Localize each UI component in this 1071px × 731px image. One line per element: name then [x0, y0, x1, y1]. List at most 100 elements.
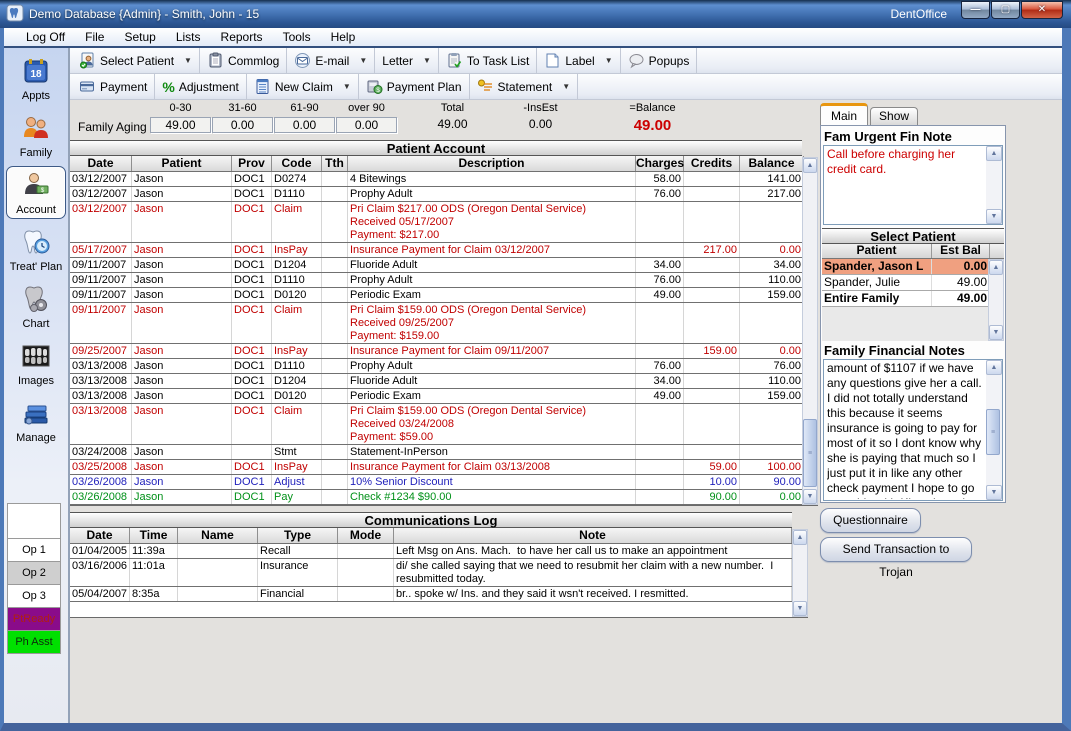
table-row[interactable]: 03/25/2008JasonDOC1InsPayInsurance Payme… [70, 460, 802, 475]
scroll-up-icon[interactable]: ▲ [803, 158, 817, 173]
aging-balance: =Balance49.00 [600, 102, 705, 134]
urgent-note-scrollbar[interactable]: ▲ ▼ [986, 146, 1002, 224]
scroll-track[interactable] [989, 275, 1003, 325]
table-row[interactable]: 03/13/2008JasonDOC1D1110Prophy Adult76.0… [70, 359, 802, 374]
scroll-up-icon[interactable]: ▲ [986, 360, 1002, 375]
sidebar-item-chart[interactable]: Chart [6, 280, 66, 333]
table-row[interactable]: 03/16/200611:01aInsurancedi/ she called … [70, 559, 792, 587]
toolbar-to-task-list-button[interactable]: To Task List [439, 48, 537, 73]
scroll-up-icon[interactable]: ▲ [793, 530, 807, 545]
financial-notes-scrollbar[interactable]: ▲ ≡ ▼ [986, 360, 1002, 500]
scroll-track[interactable]: ≡ [803, 173, 817, 489]
chevron-down-icon[interactable]: ▼ [605, 56, 613, 65]
label-icon [544, 52, 561, 69]
app-icon [6, 4, 24, 25]
sidebar-item-treat-plan[interactable]: Treat' Plan [6, 223, 66, 276]
sidebar-item-appts[interactable]: 18Appts [6, 52, 66, 105]
toolbar-popups-button[interactable]: Popups [621, 48, 698, 73]
table-row[interactable]: 03/13/2008JasonDOC1ClaimPri Claim $159.0… [70, 404, 802, 445]
table-row[interactable]: 03/12/2007JasonDOC1D1110Prophy Adult76.0… [70, 187, 802, 202]
chevron-down-icon[interactable]: ▼ [359, 56, 367, 65]
toolbar-e-mail-button[interactable]: E-mail▼ [287, 48, 375, 73]
toolbar-new-claim-button[interactable]: New Claim▼ [247, 74, 359, 99]
table-row[interactable]: 03/26/2008JasonDOC1PayCheck #1234 $90.00… [70, 490, 802, 505]
send-transaction-trojan-button[interactable]: Send Transaction to Trojan [820, 537, 972, 562]
scroll-down-icon[interactable]: ▼ [803, 489, 817, 504]
patient-row[interactable]: Spander, Julie49.00 [822, 275, 1004, 291]
questionnaire-button[interactable]: Questionnaire [820, 508, 921, 533]
close-button[interactable]: ✕ [1021, 1, 1063, 19]
scroll-down-icon[interactable]: ▼ [793, 601, 807, 616]
table-row[interactable]: 03/26/2008JasonDOC1Adjust10% Senior Disc… [70, 475, 802, 490]
op-button-ph-asst[interactable]: Ph Asst [7, 631, 61, 654]
table-row[interactable]: 09/11/2007JasonDOC1D0120Periodic Exam49.… [70, 288, 802, 303]
menu-lists[interactable]: Lists [166, 30, 211, 44]
toolbar-adjustment-button[interactable]: %Adjustment [155, 74, 246, 99]
scroll-down-icon[interactable]: ▼ [986, 485, 1002, 500]
financial-notes-box[interactable]: amount of $1107 if we have any questions… [823, 359, 1003, 501]
urgent-note-box[interactable]: Call before charging her credit card. ▲ … [823, 145, 1003, 225]
menu-file[interactable]: File [75, 30, 114, 44]
menu-log-off[interactable]: Log Off [16, 30, 75, 44]
table-row[interactable]: 03/12/2007JasonDOC1ClaimPri Claim $217.0… [70, 202, 802, 243]
menu-setup[interactable]: Setup [114, 30, 165, 44]
table-row[interactable]: 09/11/2007JasonDOC1D1110Prophy Adult76.0… [70, 273, 802, 288]
op-button-ptready[interactable]: PtReady [7, 608, 61, 631]
cell-patient: Jason [132, 344, 232, 358]
menu-reports[interactable]: Reports [211, 30, 273, 44]
account-scrollbar[interactable]: ▲ ≡ ▼ [802, 157, 818, 505]
toolbar-select-patient-button[interactable]: Select Patient▼ [72, 48, 200, 73]
scroll-thumb[interactable]: ≡ [803, 419, 817, 487]
table-row[interactable]: 01/04/200511:39aRecallLeft Msg on Ans. M… [70, 544, 792, 559]
minimize-button[interactable]: — [961, 1, 990, 19]
patient-row[interactable]: Spander, Jason L0.00 [822, 259, 1004, 275]
tab-show[interactable]: Show [870, 107, 918, 125]
toolbar-label-button[interactable]: Label▼ [537, 48, 620, 73]
menu-tools[interactable]: Tools [273, 30, 321, 44]
op-button-op-1[interactable]: Op 1 [7, 539, 61, 562]
toolbar-letter-button[interactable]: Letter▼ [375, 48, 439, 73]
patient-row[interactable]: Entire Family49.00 [822, 291, 1004, 307]
maximize-button[interactable]: ▢ [991, 1, 1020, 19]
toolbar-payment-button[interactable]: Payment [72, 74, 155, 99]
sidebar-item-manage[interactable]: Manage [6, 394, 66, 447]
toolbar-statement-button[interactable]: Statement▼ [470, 74, 579, 99]
chevron-down-icon[interactable]: ▼ [423, 56, 431, 65]
scroll-track[interactable] [793, 545, 807, 601]
aging-0-30: 0-3049.00 [150, 102, 211, 133]
cell-charges: 49.00 [636, 389, 684, 403]
scroll-track[interactable]: ≡ [986, 375, 1002, 485]
table-row[interactable]: 03/12/2007JasonDOC1D02744 Bitewings58.00… [70, 172, 802, 187]
table-row[interactable]: 09/11/2007JasonDOC1ClaimPri Claim $159.0… [70, 303, 802, 344]
op-button-op-2[interactable]: Op 2 [7, 562, 61, 585]
table-row[interactable]: 03/13/2008JasonDOC1D0120Periodic Exam49.… [70, 389, 802, 404]
toolbar-payment-plan-button[interactable]: $Payment Plan [359, 74, 470, 99]
scroll-down-icon[interactable]: ▼ [986, 209, 1002, 224]
menu-help[interactable]: Help [321, 30, 366, 44]
toolbar-commlog-button[interactable]: Commlog [200, 48, 287, 73]
table-row[interactable]: 03/24/2008JasonStmtStatement-InPerson [70, 445, 802, 460]
chevron-down-icon[interactable]: ▼ [184, 56, 192, 65]
table-row[interactable]: 05/04/20078:35aFinancialbr.. spoke w/ In… [70, 587, 792, 602]
table-row[interactable]: 05/17/2007JasonDOC1InsPayInsurance Payme… [70, 243, 802, 258]
chevron-down-icon[interactable]: ▼ [343, 82, 351, 91]
op-button-blank[interactable] [7, 503, 61, 539]
title-bar: Demo Database {Admin} - Smith, John - 15… [0, 0, 1071, 28]
sidebar-item-account[interactable]: $Account [6, 166, 66, 219]
scroll-track[interactable] [986, 161, 1002, 209]
scroll-up-icon[interactable]: ▲ [989, 260, 1003, 275]
select-patient-scrollbar[interactable]: ▲ ▼ [988, 259, 1004, 341]
tab-main[interactable]: Main [820, 103, 868, 125]
table-row[interactable]: 09/11/2007JasonDOC1D1204Fluoride Adult34… [70, 258, 802, 273]
table-row[interactable]: 03/13/2008JasonDOC1D1204Fluoride Adult34… [70, 374, 802, 389]
sidebar-item-family[interactable]: Family [6, 109, 66, 162]
op-button-op-3[interactable]: Op 3 [7, 585, 61, 608]
scroll-up-icon[interactable]: ▲ [986, 146, 1002, 161]
scroll-thumb[interactable]: ≡ [986, 409, 1000, 455]
commlog-scrollbar[interactable]: ▲ ▼ [792, 529, 808, 617]
sidebar-item-images[interactable]: Images [6, 337, 66, 390]
table-row[interactable]: 09/25/2007JasonDOC1InsPayInsurance Payme… [70, 344, 802, 359]
chevron-down-icon[interactable]: ▼ [562, 82, 570, 91]
cell-date: 09/11/2007 [70, 258, 132, 272]
scroll-down-icon[interactable]: ▼ [989, 325, 1003, 340]
